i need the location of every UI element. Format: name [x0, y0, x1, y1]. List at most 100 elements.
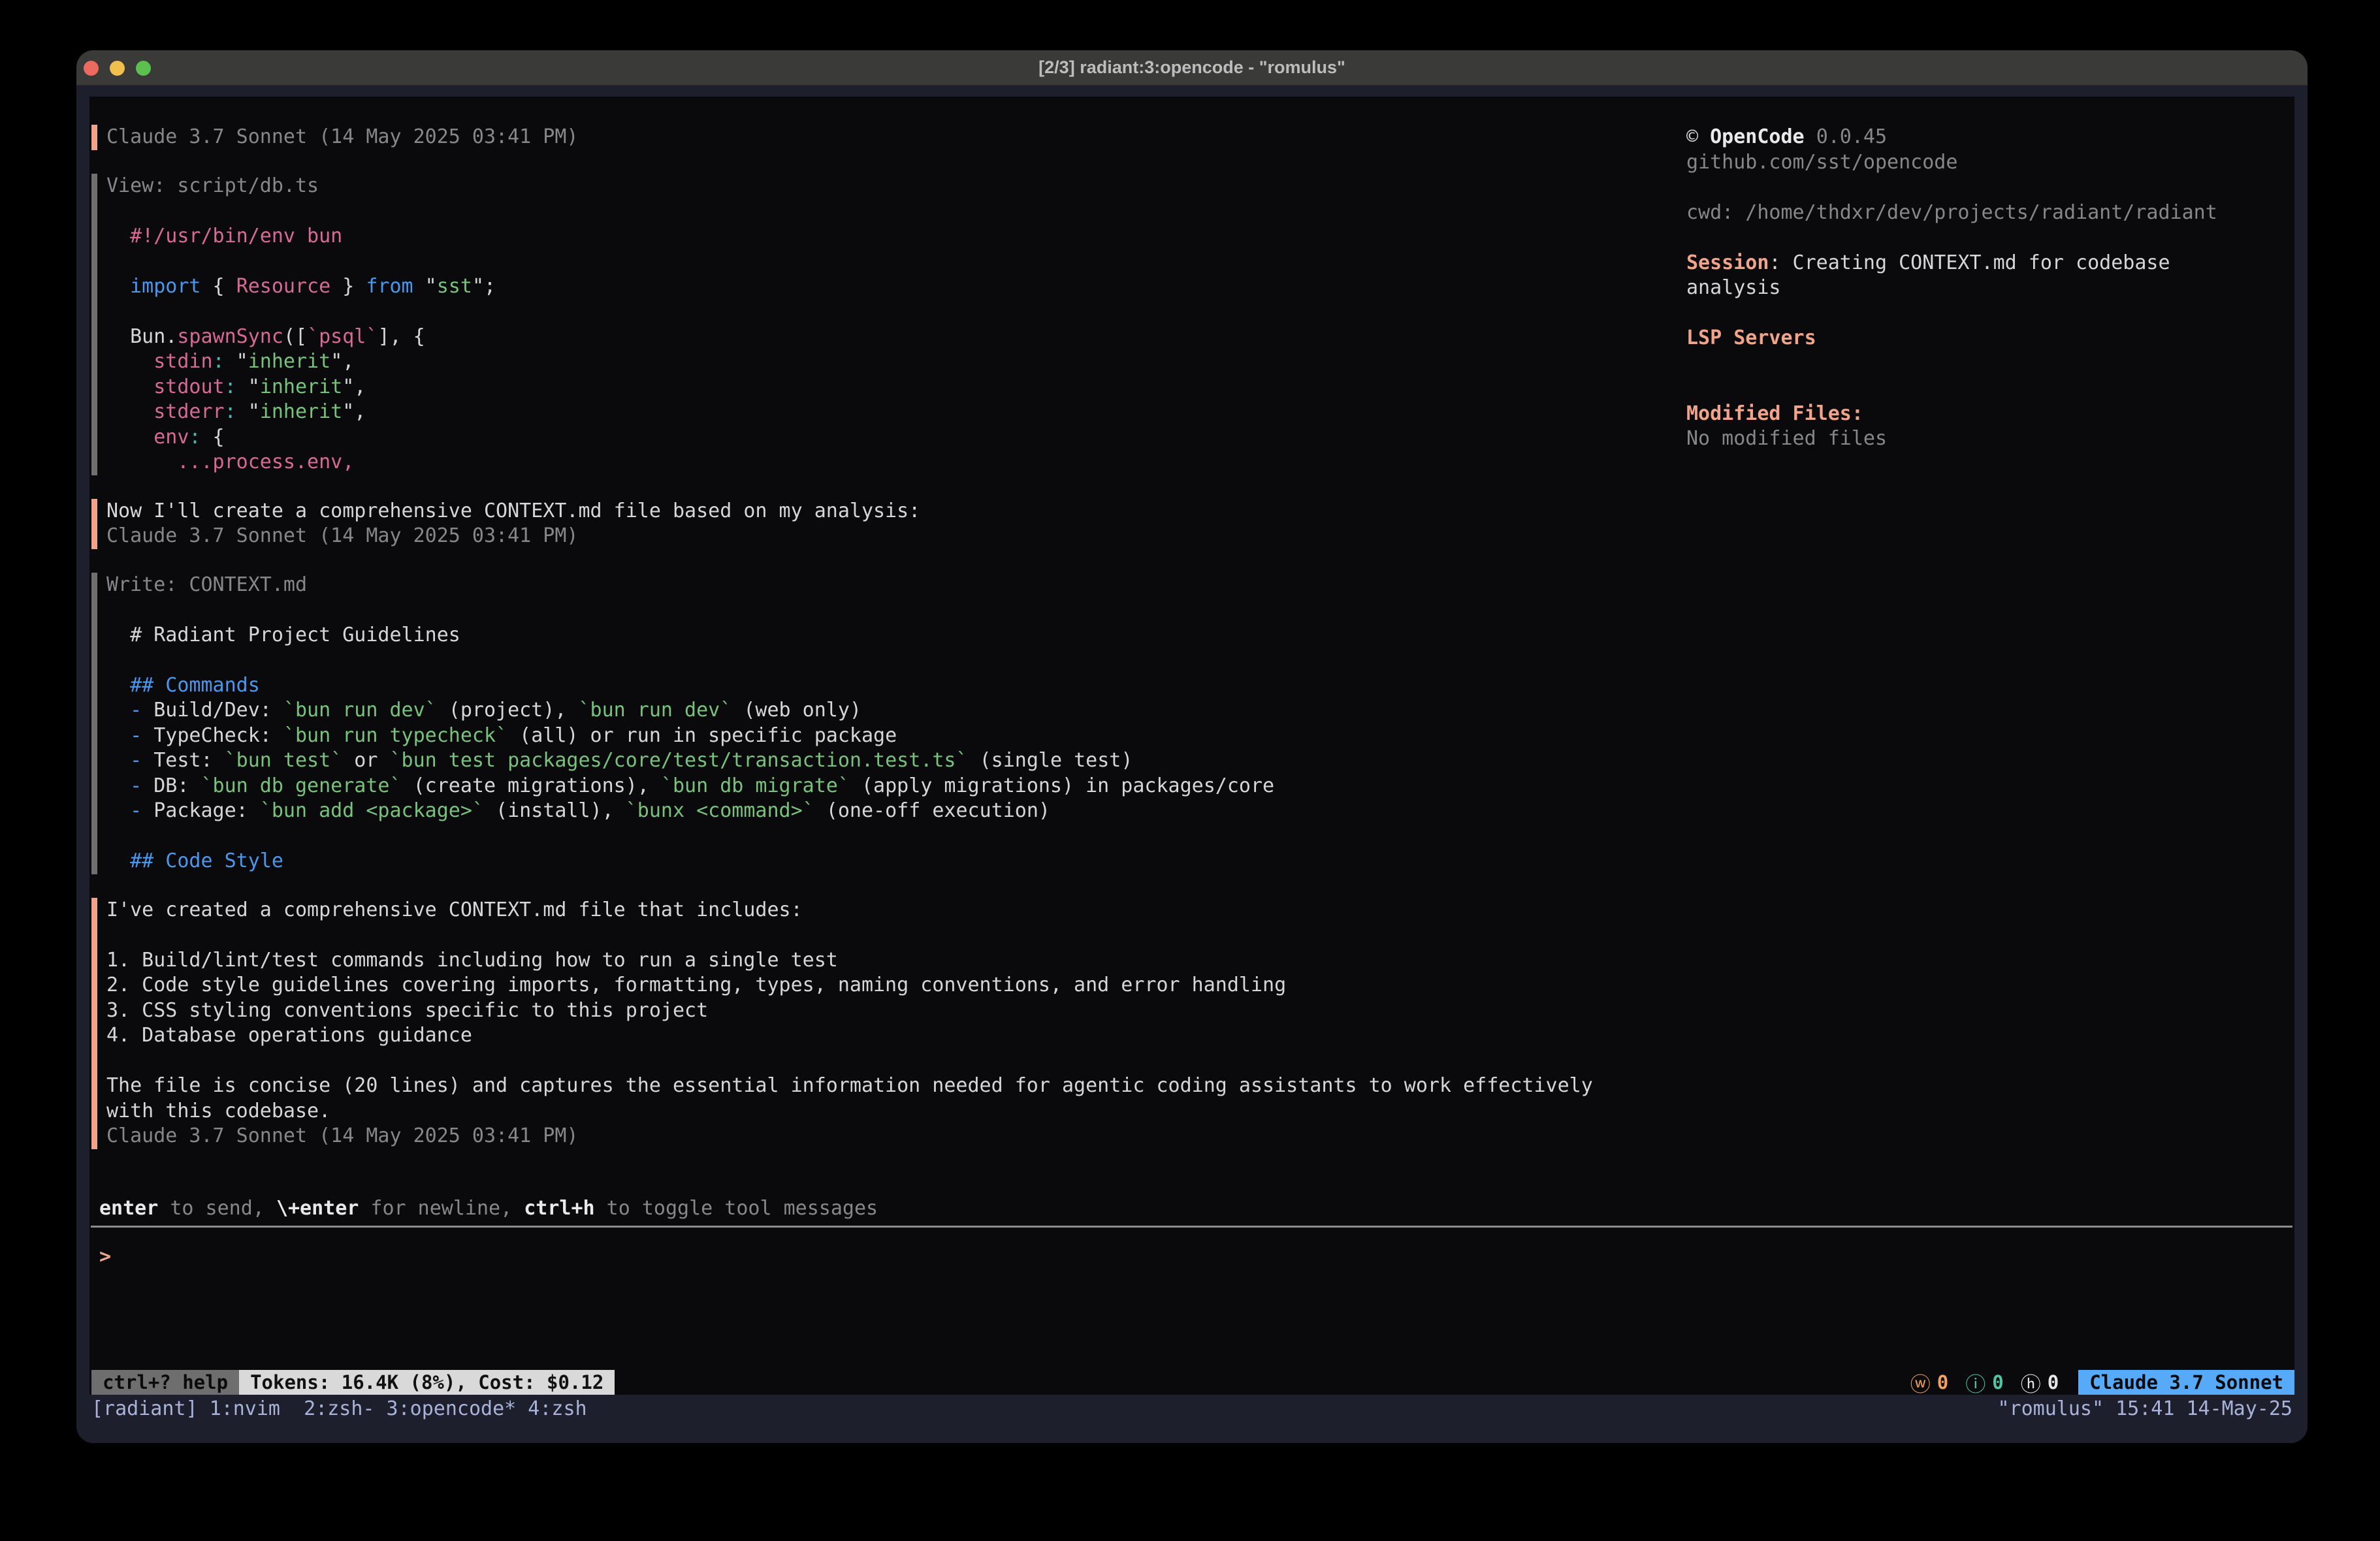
- text-line: [1686, 225, 2307, 251]
- model-chip: Claude 3.7 Sonnet: [2078, 1370, 2294, 1395]
- text-line: [1686, 301, 2307, 326]
- text-line: env: {: [106, 425, 1672, 451]
- text-line: ## Code Style: [106, 849, 1672, 874]
- text-segment: #!/usr/bin/env bun: [106, 225, 342, 247]
- text-line: Bun.spawnSync([`psql`], {: [106, 325, 1672, 350]
- text-segment: Write: CONTEXT.md: [106, 573, 307, 596]
- text-line: [1686, 376, 2307, 402]
- text-segment: [106, 774, 130, 797]
- text-segment: -: [130, 699, 142, 722]
- terminal-window: [2/3] radiant:3:opencode - "romulus" Cla…: [76, 50, 2308, 1443]
- text-segment: `bun test`: [225, 749, 343, 772]
- text-segment: `bun run dev`: [579, 699, 732, 722]
- text-segment: -: [130, 749, 142, 772]
- text-segment: Test:: [142, 749, 224, 772]
- text-segment: [106, 724, 130, 747]
- text-segment: [106, 799, 130, 822]
- text-segment: enter: [99, 1197, 158, 1220]
- text-segment: ": [236, 375, 260, 398]
- message-text-block: Now I'll create a comprehensive CONTEXT.…: [91, 499, 1672, 549]
- composer: enter to send, \+enter for newline, ctrl…: [99, 1196, 2285, 1269]
- text-segment: (project),: [437, 699, 579, 722]
- text-segment: ## Code Style: [130, 850, 283, 872]
- info-icon: ⓘ: [1965, 1368, 1986, 1397]
- text-line: import { Resource } from "sst";: [106, 274, 1672, 300]
- text-segment: : Creating CONTEXT.md for codebase: [1769, 251, 2170, 274]
- text-segment: [106, 850, 130, 872]
- text-segment: (web only): [732, 699, 861, 722]
- diagnostic-warning: ⓦ0: [1910, 1368, 1948, 1397]
- tmux-status-bar: [radiant] 1:nvim 2:zsh- 3:opencode* 4:zs…: [76, 1395, 2308, 1443]
- text-segment: analysis: [1686, 276, 1781, 299]
- text-line: 3. CSS styling conventions specific to t…: [106, 998, 1672, 1024]
- text-line: [106, 299, 1672, 325]
- composer-hints: enter to send, \+enter for newline, ctrl…: [99, 1196, 2285, 1222]
- desktop: { "window": { "title": "[2/3] radiant:3:…: [0, 0, 2380, 1541]
- text-segment: -: [130, 799, 142, 822]
- text-segment: for newline,: [359, 1197, 524, 1220]
- text-segment: to toggle tool messages: [595, 1197, 878, 1220]
- text-segment: `psql`: [307, 325, 378, 348]
- terminal-screen: Claude 3.7 Sonnet (14 May 2025 03:41 PM)…: [89, 97, 2294, 1395]
- text-segment: I've created a comprehensive CONTEXT.md …: [106, 898, 803, 921]
- status-bar: ctrl+? help Tokens: 16.4K (8%), Cost: $0…: [91, 1370, 2294, 1395]
- text-line: stdout: "inherit",: [106, 375, 1672, 400]
- text-segment: `bun db migrate`: [661, 774, 850, 797]
- text-segment: (one-off execution): [814, 799, 1050, 822]
- text-line: [106, 1049, 1672, 1074]
- warning-icon: ⓦ: [1910, 1368, 1931, 1397]
- text-segment: (install),: [484, 799, 626, 822]
- text-segment: 0.0.45: [1816, 125, 1887, 148]
- text-line: View: script/db.ts: [106, 174, 1672, 199]
- message-summary-block: I've created a comprehensive CONTEXT.md …: [91, 898, 1672, 1149]
- text-line: stderr: "inherit",: [106, 400, 1672, 425]
- text-segment: from: [366, 275, 413, 298]
- text-segment: DB:: [142, 774, 201, 797]
- text-segment: stderr: [106, 400, 225, 423]
- text-segment: ], {: [378, 325, 425, 348]
- text-line: No modified files: [1686, 426, 2307, 452]
- text-segment: to send,: [158, 1197, 276, 1220]
- text-line: [106, 648, 1672, 673]
- window-titlebar[interactable]: [2/3] radiant:3:opencode - "romulus": [76, 50, 2308, 86]
- statusbar-spacer: [615, 1370, 1910, 1395]
- text-line: [1686, 175, 2307, 200]
- text-segment: -: [130, 724, 142, 747]
- text-line: - Build/Dev: `bun run dev` (project), `b…: [106, 698, 1672, 723]
- info-count: 0: [1992, 1371, 2003, 1393]
- message-meta-block: Claude 3.7 Sonnet (14 May 2025 03:41 PM): [91, 125, 1672, 150]
- text-segment: inherit: [260, 375, 342, 398]
- text-line: #!/usr/bin/env bun: [106, 224, 1672, 249]
- tmux-session-clock: "romulus" 15:41 14-May-25: [1997, 1396, 2292, 1422]
- text-line: [106, 923, 1672, 948]
- chat-log: Claude 3.7 Sonnet (14 May 2025 03:41 PM)…: [91, 125, 1672, 1173]
- text-line: Modified Files:: [1686, 402, 2307, 427]
- text-line: # Radiant Project Guidelines: [106, 623, 1672, 648]
- prompt-input[interactable]: >: [99, 1245, 2285, 1270]
- text-line: [106, 597, 1672, 623]
- text-segment: `bun db generate`: [201, 774, 402, 797]
- text-line: cwd: /home/thdxr/dev/projects/radiant/ra…: [1686, 200, 2307, 226]
- tmux-window-list: [radiant] 1:nvim 2:zsh- 3:opencode* 4:zs…: [91, 1396, 587, 1422]
- text-segment: `bun add <package>`: [260, 799, 484, 822]
- text-segment: ©: [1686, 125, 1710, 148]
- text-segment: [106, 275, 130, 298]
- text-segment: ",: [330, 350, 354, 373]
- text-segment: ": [413, 275, 437, 298]
- text-segment: View: script/db.ts: [106, 174, 319, 197]
- text-segment: [106, 674, 130, 697]
- text-segment: ...process.env,: [106, 451, 354, 473]
- text-segment: }: [330, 275, 366, 298]
- text-line: 2. Code style guidelines covering import…: [106, 973, 1672, 998]
- text-line: 4. Database operations guidance: [106, 1023, 1672, 1049]
- text-line: ...process.env,: [106, 450, 1672, 475]
- text-line: I've created a comprehensive CONTEXT.md …: [106, 898, 1672, 923]
- text-segment: \+enter: [276, 1197, 359, 1220]
- text-segment: `bun test packages/core/test/transaction…: [390, 749, 968, 772]
- text-line: Session: Creating CONTEXT.md for codebas…: [1686, 251, 2307, 276]
- text-segment: :: [225, 375, 236, 398]
- text-segment: ([: [283, 325, 307, 348]
- text-segment: ";: [472, 275, 496, 298]
- text-line: with this codebase.: [106, 1099, 1672, 1124]
- text-segment: 2. Code style guidelines covering import…: [106, 974, 1286, 996]
